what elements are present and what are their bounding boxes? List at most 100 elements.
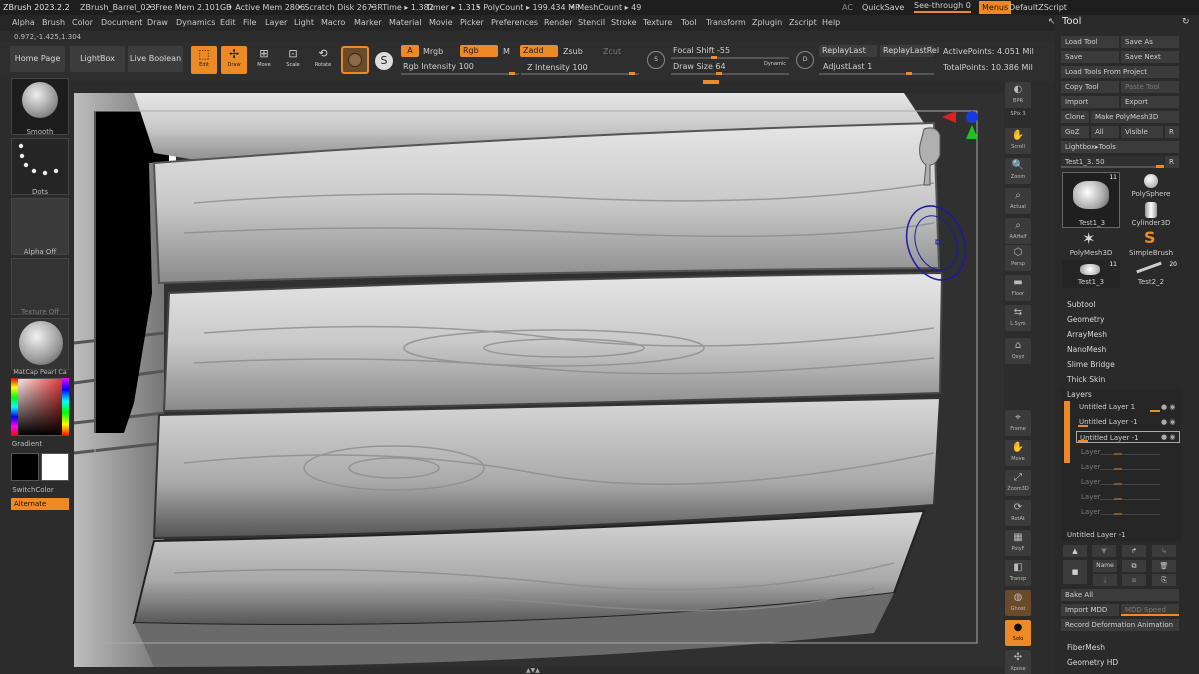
- layer-up-icon[interactable]: ▲: [1063, 545, 1087, 557]
- main-color-swatch[interactable]: [11, 453, 39, 481]
- z-intensity-slider[interactable]: [521, 73, 639, 75]
- view-ghost-button[interactable]: ◍ Ghost: [1005, 590, 1031, 616]
- draw-size-slider[interactable]: [671, 73, 789, 75]
- lazy-mouse-icon[interactable]: S: [647, 51, 665, 69]
- rotate-button[interactable]: ⟲ Rotate: [311, 46, 335, 74]
- draw-button[interactable]: ✢ Draw: [221, 46, 247, 74]
- menu-material[interactable]: Material: [389, 15, 422, 31]
- section-geometry[interactable]: Geometry: [1067, 315, 1104, 324]
- import-mdd-button[interactable]: Import MDD: [1061, 604, 1119, 616]
- matcap-thumbnail[interactable]: [11, 318, 69, 370]
- draw-size-knob[interactable]: [716, 72, 722, 75]
- empty-layer-slider[interactable]: [1100, 484, 1160, 485]
- focal-shift-knob[interactable]: [711, 56, 717, 59]
- section-nanomesh[interactable]: NanoMesh: [1067, 345, 1106, 354]
- tool-thumb-simplebrush[interactable]: S SimpleBrush: [1122, 229, 1180, 259]
- layer-down-icon[interactable]: ▼: [1092, 545, 1116, 557]
- view-l-sym-button[interactable]: ⇆ L.Sym: [1005, 305, 1031, 331]
- menu-picker[interactable]: Picker: [460, 15, 484, 31]
- empty-layer-slider[interactable]: [1100, 469, 1160, 470]
- empty-layer-knob[interactable]: [1114, 468, 1122, 470]
- empty-layer-slot[interactable]: Layer: [1078, 476, 1182, 488]
- menu-light[interactable]: Light: [294, 15, 314, 31]
- replay-icon[interactable]: D: [796, 51, 814, 69]
- live-boolean-button[interactable]: Live Boolean: [128, 46, 183, 72]
- empty-layer-slider[interactable]: [1100, 454, 1160, 455]
- save-next-button[interactable]: Save Next: [1121, 51, 1179, 63]
- make-polymesh-button[interactable]: Make PolyMesh3D: [1091, 111, 1179, 123]
- layer-merge-icon[interactable]: ⤓: [1093, 574, 1117, 586]
- adjust-last-slider[interactable]: [819, 73, 934, 75]
- menu-draw[interactable]: Draw: [147, 15, 168, 31]
- barrel-model[interactable]: [73, 93, 1004, 667]
- clone-button[interactable]: Clone: [1061, 111, 1089, 123]
- layer-duplicate-icon[interactable]: ⧉: [1122, 560, 1146, 572]
- layer-redirect-back-icon[interactable]: ↳: [1152, 545, 1176, 557]
- palette-reset-icon[interactable]: ↻: [1182, 17, 1190, 27]
- layer-name-button[interactable]: Name: [1093, 560, 1117, 572]
- stroke-icon[interactable]: S: [375, 52, 393, 70]
- view-scroll-button[interactable]: ✋ Scroll: [1005, 128, 1031, 154]
- layer-visibility-eye-icon[interactable]: ● ◉: [1161, 433, 1175, 441]
- view-polyf-button[interactable]: ▦ PolyF: [1005, 530, 1031, 556]
- menu-render[interactable]: Render: [544, 15, 572, 31]
- export-button[interactable]: Export: [1121, 96, 1179, 108]
- menu-dynamics[interactable]: Dynamics: [176, 15, 215, 31]
- layer-record-icon[interactable]: ■: [1063, 560, 1087, 584]
- axis-gizmo-icon[interactable]: [942, 111, 982, 155]
- zcut-toggle[interactable]: Zcut: [603, 47, 621, 56]
- view-xpose-button[interactable]: ✣ Xpose: [1005, 650, 1031, 674]
- empty-layer-knob[interactable]: [1114, 498, 1122, 500]
- layer-visibility-eye-icon[interactable]: ● ◉: [1161, 418, 1175, 426]
- dynamic-toggle[interactable]: Dynamic: [764, 61, 786, 67]
- record-deformation-button[interactable]: Record Deformation Animation: [1061, 619, 1179, 631]
- section-subtool[interactable]: Subtool: [1067, 300, 1095, 309]
- view-frame-button[interactable]: ⌖ Frame: [1005, 410, 1031, 436]
- tool-thumb-polymesh3d[interactable]: ✶ PolyMesh3D: [1062, 231, 1120, 259]
- menu-movie[interactable]: Movie: [429, 15, 453, 31]
- navigation-head-icon[interactable]: [916, 125, 944, 189]
- paste-tool-button[interactable]: Paste Tool: [1121, 81, 1179, 93]
- bake-all-button[interactable]: Bake All: [1061, 589, 1179, 601]
- view-solo-button[interactable]: ● Solo: [1005, 620, 1031, 646]
- view-transp-button[interactable]: ◧ Transp: [1005, 560, 1031, 586]
- layer-bake-icon[interactable]: ⧇: [1122, 574, 1146, 586]
- view-floor-button[interactable]: ▬ Floor: [1005, 275, 1031, 301]
- lightbox-button[interactable]: LightBox: [70, 46, 125, 72]
- material-swatch[interactable]: [341, 46, 369, 74]
- view-zoom-button[interactable]: 🔍 Zoom: [1005, 158, 1031, 184]
- texture-thumbnail[interactable]: [11, 258, 69, 315]
- view-aahalf-button[interactable]: ⌕ AAHalf: [1005, 218, 1031, 244]
- save-as-button[interactable]: Save As: [1121, 36, 1179, 48]
- current-tool-knob[interactable]: [1156, 165, 1164, 168]
- copy-tool-button[interactable]: Copy Tool: [1061, 81, 1119, 93]
- menu-color[interactable]: Color: [72, 15, 93, 31]
- tool-thumb-cylinder3d[interactable]: Cylinder3D: [1122, 202, 1180, 230]
- layer-strength-slider[interactable]: [1078, 425, 1088, 427]
- view-rotat-button[interactable]: ⟳ RotAt: [1005, 500, 1031, 526]
- secondary-color-swatch[interactable]: [41, 453, 69, 481]
- menu-tool[interactable]: Tool: [681, 15, 697, 31]
- save-button[interactable]: Save: [1061, 51, 1119, 63]
- layer-strength-slider[interactable]: [1150, 410, 1160, 412]
- menu-stroke[interactable]: Stroke: [611, 15, 637, 31]
- tool-thumb-test2-2[interactable]: 20 Test2_2: [1122, 260, 1180, 288]
- section-thick-skin[interactable]: Thick Skin: [1067, 375, 1105, 384]
- empty-layer-knob[interactable]: [1114, 513, 1122, 515]
- goz-button[interactable]: GoZ: [1061, 126, 1089, 138]
- menu-brush[interactable]: Brush: [42, 15, 65, 31]
- empty-layer-slot[interactable]: Layer: [1078, 461, 1182, 473]
- view-actual-button[interactable]: ⌕ Actual: [1005, 188, 1031, 214]
- layer-redirect-icon[interactable]: ↱: [1122, 545, 1146, 557]
- empty-layer-slider[interactable]: [1100, 514, 1160, 515]
- view-move-button[interactable]: ✋ Move: [1005, 440, 1031, 466]
- switch-color-button[interactable]: SwitchColor: [0, 486, 73, 494]
- m-toggle[interactable]: M: [503, 47, 510, 56]
- section-slime-bridge[interactable]: Slime Bridge: [1067, 360, 1115, 369]
- menu-texture[interactable]: Texture: [643, 15, 672, 31]
- current-tool-slider[interactable]: Test1_3. 50: [1061, 156, 1163, 168]
- view-persp-button[interactable]: ⬡ Persp: [1005, 245, 1031, 271]
- stroke-thumbnail[interactable]: [11, 138, 69, 195]
- hue-strip[interactable]: [11, 378, 18, 436]
- replay-last-rel-button[interactable]: ReplayLastRel: [880, 45, 939, 57]
